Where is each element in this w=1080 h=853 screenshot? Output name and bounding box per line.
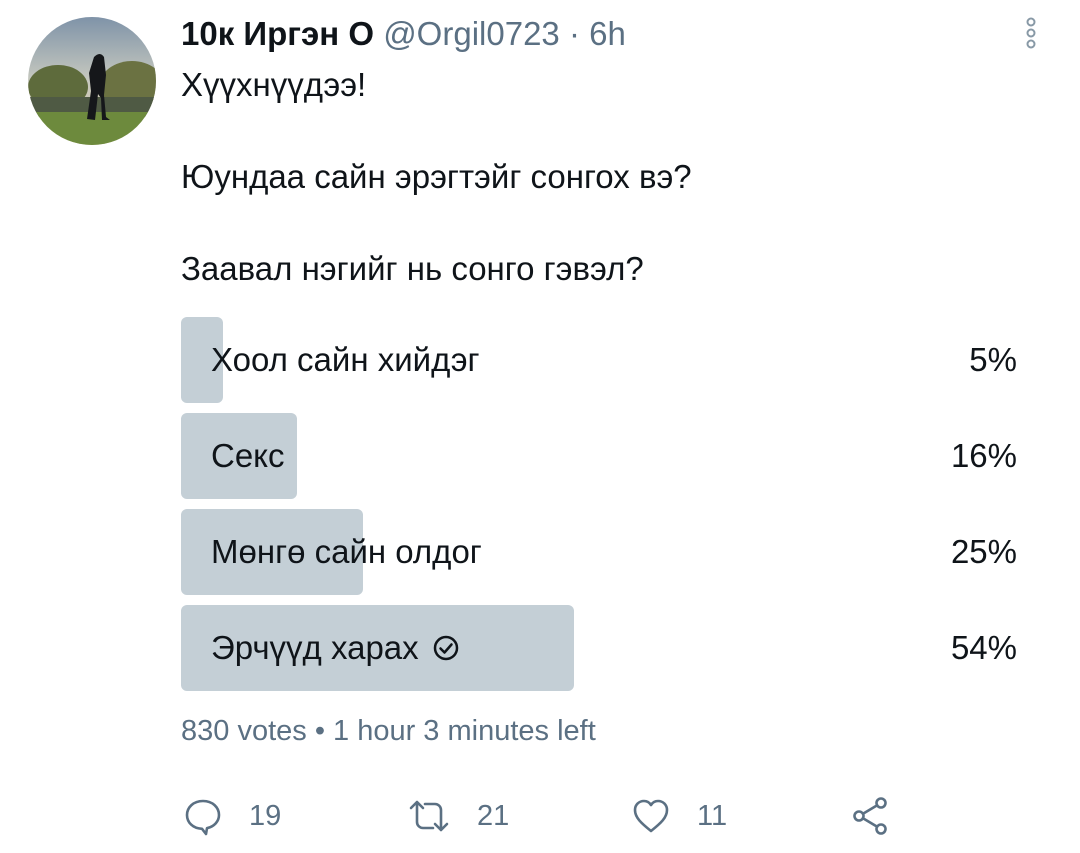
poll-option[interactable]: Мөнгө сайн олдог 25% [181, 509, 1017, 595]
retweet-icon [409, 800, 449, 832]
poll-option[interactable]: Секс 16% [181, 413, 1017, 499]
poll-meta: 830 votes • 1 hour 3 minutes left [181, 715, 596, 747]
poll-option[interactable]: Эрчүүд харах 54% [181, 605, 1017, 691]
like-button[interactable]: 11 [631, 793, 727, 839]
poll-option-percent: 5% [969, 341, 1017, 378]
author-handle[interactable]: @Orgil0723 [383, 15, 560, 52]
more-vertical-icon [1026, 17, 1036, 49]
heart-icon [633, 799, 669, 833]
more-options-button[interactable] [1018, 14, 1044, 54]
poll-option[interactable]: Хоол сайн хийдэг 5% [181, 317, 1017, 403]
like-count: 11 [697, 799, 728, 832]
avatar[interactable] [28, 17, 156, 145]
action-bar: 19 21 11 [183, 793, 903, 839]
avatar-image [28, 17, 156, 145]
poll-option-label: Секс [211, 437, 285, 474]
share-icon [853, 797, 887, 835]
separator-dot: · [568, 15, 580, 52]
tweet-timestamp[interactable]: 6h [589, 15, 626, 52]
tweet-header: 10к Иргэн О @Orgil0723 · 6h [181, 14, 626, 54]
poll-option-label: Хоол сайн хийдэг [211, 341, 480, 378]
reply-button[interactable]: 19 [183, 793, 281, 839]
check-circle-icon [433, 635, 458, 661]
tweet-text: Хүүхнүүдээ! Юундаа сайн эрэгтэйг сонгох … [181, 66, 692, 287]
poll-option-percent: 25% [950, 533, 1017, 570]
author-name[interactable]: 10к Иргэн О [181, 15, 374, 52]
poll-option-label: Мөнгө сайн олдог [211, 533, 482, 570]
share-button[interactable] [851, 793, 891, 839]
poll: Хоол сайн хийдэг 5% Секс 16% Мөнгө сайн … [181, 317, 1017, 701]
poll-option-percent: 54% [950, 629, 1017, 666]
poll-option-percent: 16% [950, 437, 1017, 474]
retweet-count: 21 [477, 799, 510, 832]
retweet-button[interactable]: 21 [407, 793, 509, 839]
reply-count: 19 [249, 799, 282, 832]
poll-option-label: Эрчүүд харах [211, 629, 419, 666]
reply-icon [185, 799, 221, 836]
